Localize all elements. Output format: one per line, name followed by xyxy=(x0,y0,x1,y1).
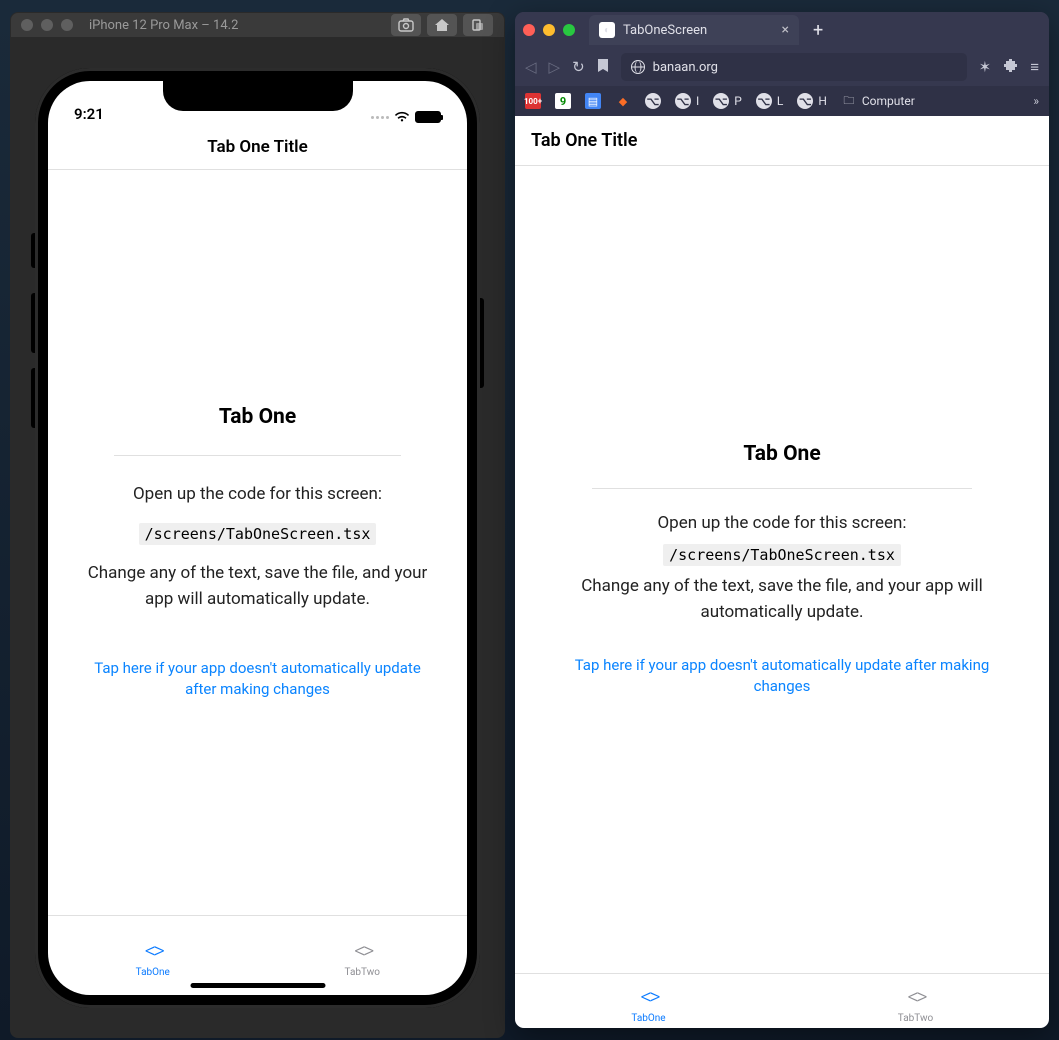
github-icon: ⌥ xyxy=(797,93,813,109)
phone-frame: 9:21 Tab One Title Tab One Open up the c… xyxy=(35,68,480,1008)
bookmark-github-p[interactable]: ⌥P xyxy=(713,93,742,109)
code-icon: < > xyxy=(907,985,923,1010)
web-tab-one-label: TabOne xyxy=(631,1013,665,1024)
power-button[interactable] xyxy=(480,298,484,388)
github-icon: ⌥ xyxy=(675,93,691,109)
window-maximize[interactable] xyxy=(563,24,575,36)
browser-window: ◐ TabOneScreen × + ◁ ▷ ↻ banaan.org ✶ xyxy=(515,12,1049,1028)
browser-toolbar: ◁ ▷ ↻ banaan.org ✶ ≡ xyxy=(515,48,1049,86)
tab-close-icon[interactable]: × xyxy=(782,22,789,38)
window-close[interactable] xyxy=(523,24,535,36)
bookmark-github-l[interactable]: ⌥L xyxy=(756,93,783,109)
home-button[interactable] xyxy=(426,13,458,37)
browser-tab-strip: ◐ TabOneScreen × + xyxy=(515,12,1049,48)
bookmarks-bar: 100+ 9 ▤ ◆ ⌥ ⌥I ⌥P ⌥L ⌥H 🗀Computer » xyxy=(515,86,1049,116)
instruction-line1: Open up the code for this screen: xyxy=(133,482,382,508)
back-button[interactable]: ◁ xyxy=(525,58,537,76)
bookmark-github-i[interactable]: ⌥I xyxy=(675,93,699,109)
bookmark-item[interactable]: ▤ xyxy=(585,93,601,109)
tab-two-label: TabTwo xyxy=(345,967,380,978)
sim-traffic-max[interactable] xyxy=(61,19,73,31)
file-path: /screens/TabOneScreen.tsx xyxy=(139,523,377,545)
simulator-titlebar: iPhone 12 Pro Max – 14.2 xyxy=(10,12,505,38)
code-icon: < > xyxy=(354,939,370,964)
instruction-line2: Change any of the text, save the file, a… xyxy=(78,561,437,612)
bookmark-github[interactable]: ⌥ xyxy=(645,93,661,109)
bookmarks-overflow[interactable]: » xyxy=(1033,94,1039,108)
home-indicator[interactable] xyxy=(190,983,325,988)
web-tab-bar: < > TabOne < > TabTwo xyxy=(515,973,1049,1028)
mute-switch[interactable] xyxy=(31,233,35,268)
screenshot-button[interactable] xyxy=(390,13,422,37)
rotate-button[interactable] xyxy=(462,13,494,37)
volume-up[interactable] xyxy=(31,293,35,353)
bug-icon[interactable]: ✶ xyxy=(979,58,992,76)
bookmark-computer[interactable]: 🗀Computer xyxy=(841,93,915,109)
bookmark-item[interactable]: 9 xyxy=(555,93,571,109)
favicon: ◐ xyxy=(599,22,615,38)
web-tab-two-label: TabTwo xyxy=(898,1013,933,1024)
simulator-window: iPhone 12 Pro Max – 14.2 xyxy=(10,12,505,1028)
notch xyxy=(163,81,353,111)
battery-icon xyxy=(415,111,441,123)
divider xyxy=(592,488,971,489)
reload-button[interactable]: ↻ xyxy=(572,58,585,76)
instruction-line2: Change any of the text, save the file, a… xyxy=(545,574,1019,625)
folder-icon: 🗀 xyxy=(841,93,857,109)
url-text: banaan.org xyxy=(653,60,718,75)
nav-header-title: Tab One Title xyxy=(48,127,467,170)
help-link[interactable]: Tap here if your app doesn't automatical… xyxy=(545,655,1019,697)
new-tab-button[interactable]: + xyxy=(807,20,829,41)
code-icon: < > xyxy=(640,985,656,1010)
file-path: /screens/TabOneScreen.tsx xyxy=(663,544,901,566)
instruction-line1: Open up the code for this screen: xyxy=(657,511,906,537)
status-time: 9:21 xyxy=(74,105,104,123)
tab-title: TabOneScreen xyxy=(623,23,707,38)
sim-traffic-min[interactable] xyxy=(41,19,53,31)
bookmark-icon[interactable] xyxy=(597,58,609,77)
page-header-title: Tab One Title xyxy=(515,116,1049,166)
github-icon: ⌥ xyxy=(713,93,729,109)
divider xyxy=(114,455,401,456)
globe-icon xyxy=(631,60,645,74)
bookmark-item[interactable]: 100+ xyxy=(525,93,541,109)
github-icon: ⌥ xyxy=(645,93,661,109)
bookmark-item[interactable]: ◆ xyxy=(615,93,631,109)
github-icon: ⌥ xyxy=(756,93,772,109)
app-content: Tab One Open up the code for this screen… xyxy=(48,170,467,915)
cellular-icon xyxy=(371,116,389,119)
content-heading: Tab One xyxy=(219,405,296,429)
simulator-body: 9:21 Tab One Title Tab One Open up the c… xyxy=(10,38,505,1038)
code-icon: < > xyxy=(145,939,161,964)
page-content: Tab One Open up the code for this screen… xyxy=(515,166,1049,973)
help-link[interactable]: Tap here if your app doesn't automatical… xyxy=(78,658,437,700)
tab-one-label: TabOne xyxy=(136,967,170,978)
browser-viewport: Tab One Title Tab One Open up the code f… xyxy=(515,116,1049,1028)
address-bar[interactable]: banaan.org xyxy=(621,53,967,81)
window-minimize[interactable] xyxy=(543,24,555,36)
web-tab-two[interactable]: < > TabTwo xyxy=(782,974,1049,1028)
volume-down[interactable] xyxy=(31,368,35,428)
phone-screen: 9:21 Tab One Title Tab One Open up the c… xyxy=(48,81,467,995)
forward-button[interactable]: ▷ xyxy=(549,58,561,76)
page-heading: Tab One xyxy=(743,442,820,466)
wifi-icon xyxy=(394,111,410,123)
web-tab-one[interactable]: < > TabOne xyxy=(515,974,782,1028)
browser-tab[interactable]: ◐ TabOneScreen × xyxy=(589,15,799,45)
bookmark-github-h[interactable]: ⌥H xyxy=(797,93,827,109)
simulator-title: iPhone 12 Pro Max – 14.2 xyxy=(89,18,382,33)
menu-icon[interactable]: ≡ xyxy=(1030,58,1039,76)
extensions-icon[interactable] xyxy=(1003,58,1018,77)
sim-traffic-close[interactable] xyxy=(21,19,33,31)
